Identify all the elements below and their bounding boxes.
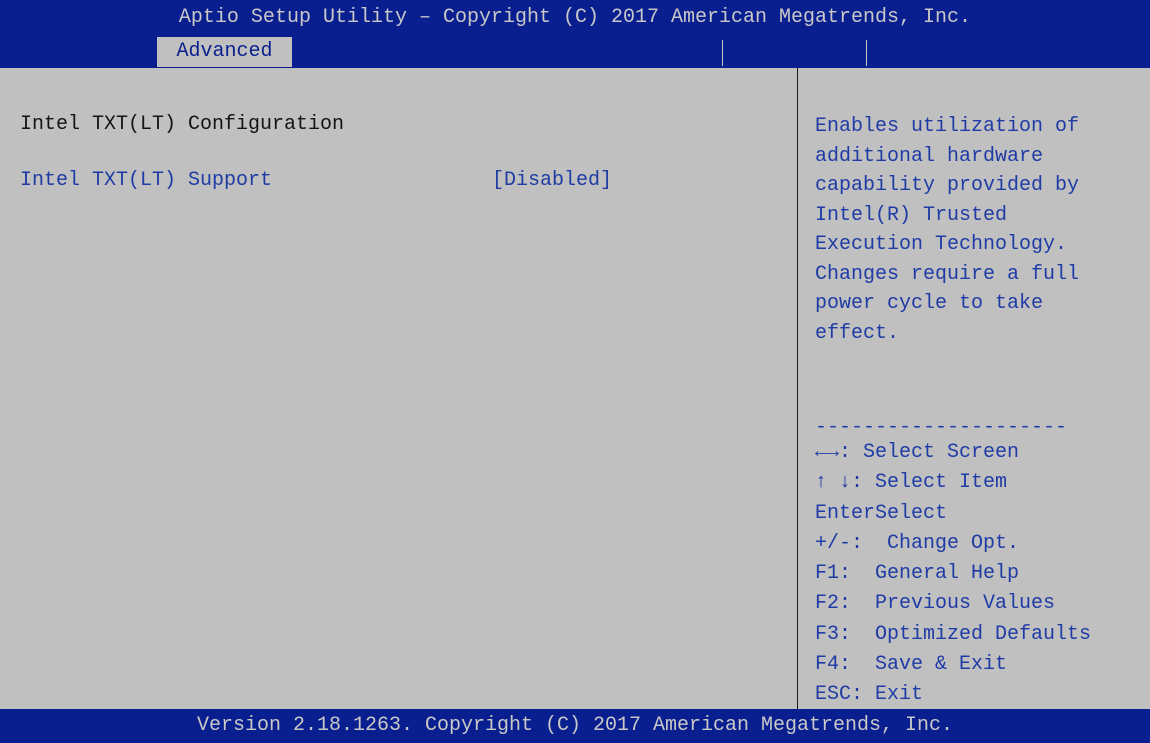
- key-hint: F1: General Help: [815, 562, 1020, 586]
- main-panel: Intel TXT(LT) Configuration Intel TXT(LT…: [0, 68, 797, 709]
- bios-screen: Aptio Setup Utility – Copyright (C) 2017…: [0, 0, 1150, 743]
- setting-label: Intel TXT(LT) Support: [20, 169, 273, 192]
- setting-intel-txt-support[interactable]: Intel TXT(LT) Support [Disabled]: [20, 169, 780, 195]
- key-hint: EnterSelect: [815, 501, 948, 525]
- setting-value[interactable]: [Disabled]: [492, 169, 612, 192]
- section-title: Intel TXT(LT) Configuration: [20, 113, 345, 136]
- panel-divider: [797, 68, 798, 709]
- key-hint: F2: Previous Values: [815, 592, 1056, 616]
- key-hint: F3: Optimized Defaults: [815, 622, 1092, 646]
- key-legend: ←→: Select Screen ↑ ↓: Select Item Enter…: [815, 438, 1091, 711]
- help-description: Enables utilization of additional hardwa…: [815, 115, 1080, 345]
- key-hint: +/-: Change Opt.: [815, 531, 1020, 555]
- key-hint: F4: Save & Exit: [815, 653, 1008, 677]
- tab-bar: Advanced: [0, 36, 1150, 68]
- help-panel: Enables utilization of additional hardwa…: [815, 68, 1150, 709]
- footer-bar: Version 2.18.1263. Copyright (C) 2017 Am…: [0, 709, 1150, 743]
- key-hint: ESC: Exit: [815, 683, 924, 707]
- tab-divider: [866, 40, 867, 66]
- tab-advanced[interactable]: Advanced: [157, 37, 292, 67]
- help-separator: ---------------------: [815, 416, 1068, 439]
- key-hint: ↑ ↓: Select Item: [815, 471, 1008, 495]
- title-bar: Aptio Setup Utility – Copyright (C) 2017…: [0, 0, 1150, 36]
- key-hint: ←→: Select Screen: [815, 441, 1020, 464]
- tab-divider: [722, 40, 723, 66]
